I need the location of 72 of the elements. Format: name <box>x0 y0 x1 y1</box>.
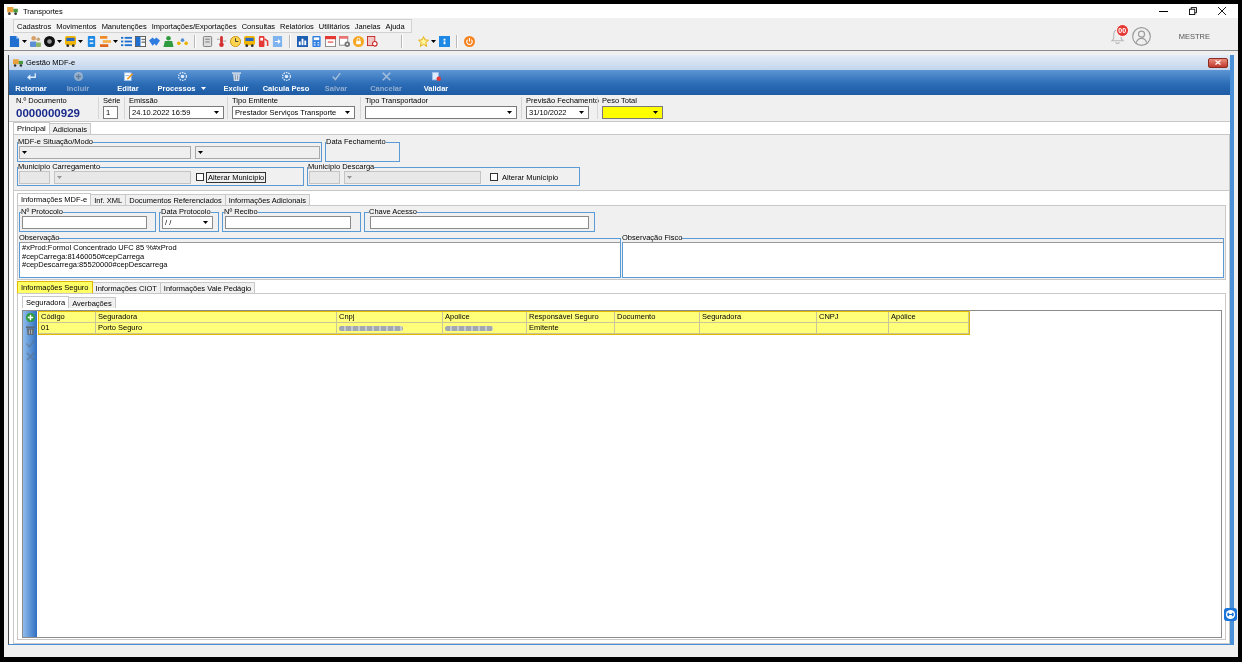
caret-icon <box>347 175 352 179</box>
close-icon <box>1215 60 1221 65</box>
caret-icon <box>57 175 62 179</box>
add-icon[interactable] <box>25 313 35 322</box>
person-icon[interactable] <box>163 36 174 47</box>
dropdown[interactable] <box>195 146 320 159</box>
plus-circle-icon <box>73 72 83 81</box>
document-icon[interactable] <box>9 36 20 47</box>
minimize-icon <box>1159 10 1168 12</box>
document-number: 0000000929 <box>16 107 81 120</box>
restore-icon <box>1188 7 1197 15</box>
caret-icon[interactable] <box>201 87 207 90</box>
fuel-pump-icon[interactable] <box>258 36 269 47</box>
caret-icon[interactable] <box>113 40 118 43</box>
chart-icon[interactable] <box>297 36 308 47</box>
document-icon <box>431 72 441 81</box>
gear-icon <box>177 72 187 81</box>
caret-icon[interactable] <box>22 40 27 43</box>
caret-icon[interactable] <box>78 40 83 43</box>
user-icon[interactable] <box>1131 26 1151 46</box>
caret-icon <box>203 221 208 224</box>
double-arrow-icon[interactable] <box>1224 608 1237 621</box>
blurred-text <box>339 325 403 331</box>
clock-icon[interactable] <box>230 36 241 47</box>
trash-icon <box>231 72 241 81</box>
arrow-document-icon[interactable] <box>272 36 283 47</box>
clipboard-icon[interactable] <box>202 36 213 47</box>
caret-icon <box>579 111 584 114</box>
dropdown[interactable] <box>19 146 191 159</box>
checkbox[interactable] <box>196 173 204 181</box>
power-icon[interactable] <box>464 36 475 47</box>
caret-icon <box>345 111 350 114</box>
truck-icon <box>7 7 18 15</box>
blurred-text <box>445 325 493 331</box>
check-icon <box>331 72 341 81</box>
observation-field[interactable] <box>623 242 1223 277</box>
dropdown[interactable] <box>602 106 663 119</box>
bus-icon[interactable] <box>244 36 255 47</box>
dropdown[interactable] <box>365 106 517 119</box>
caret-icon <box>653 111 658 114</box>
truck-icon <box>13 58 23 67</box>
text-field[interactable] <box>22 216 147 229</box>
checkbox[interactable] <box>490 173 498 181</box>
table-cell <box>817 323 889 334</box>
star-icon[interactable] <box>418 36 429 47</box>
bell-icon[interactable] <box>1110 28 1124 44</box>
list-icon[interactable] <box>121 36 132 47</box>
edit-icon <box>123 72 133 81</box>
window-icon[interactable] <box>135 36 146 47</box>
caret-icon[interactable] <box>57 40 62 43</box>
text-field[interactable] <box>225 216 351 229</box>
document-search-icon[interactable] <box>367 36 378 47</box>
dots-icon[interactable] <box>177 36 188 47</box>
caret-icon[interactable] <box>431 40 436 43</box>
bus-icon[interactable] <box>65 36 76 47</box>
calculator-icon[interactable] <box>311 36 322 47</box>
caret-icon <box>214 111 219 114</box>
cross-icon <box>381 72 391 81</box>
calendar-gear-icon[interactable] <box>339 36 350 47</box>
caret-icon <box>22 151 27 154</box>
calendar-icon[interactable] <box>325 36 336 47</box>
caret-icon <box>198 151 203 154</box>
caret-icon <box>507 111 512 114</box>
text-field[interactable] <box>370 216 589 229</box>
gear-icon <box>281 72 291 81</box>
thermometer-icon[interactable] <box>216 36 227 47</box>
return-arrow-icon <box>26 72 36 81</box>
handshake-icon[interactable] <box>149 36 160 47</box>
tire-icon[interactable] <box>44 36 55 47</box>
close-button[interactable] <box>1208 57 1228 68</box>
close-icon <box>1217 7 1226 15</box>
trash-icon[interactable] <box>25 326 35 335</box>
